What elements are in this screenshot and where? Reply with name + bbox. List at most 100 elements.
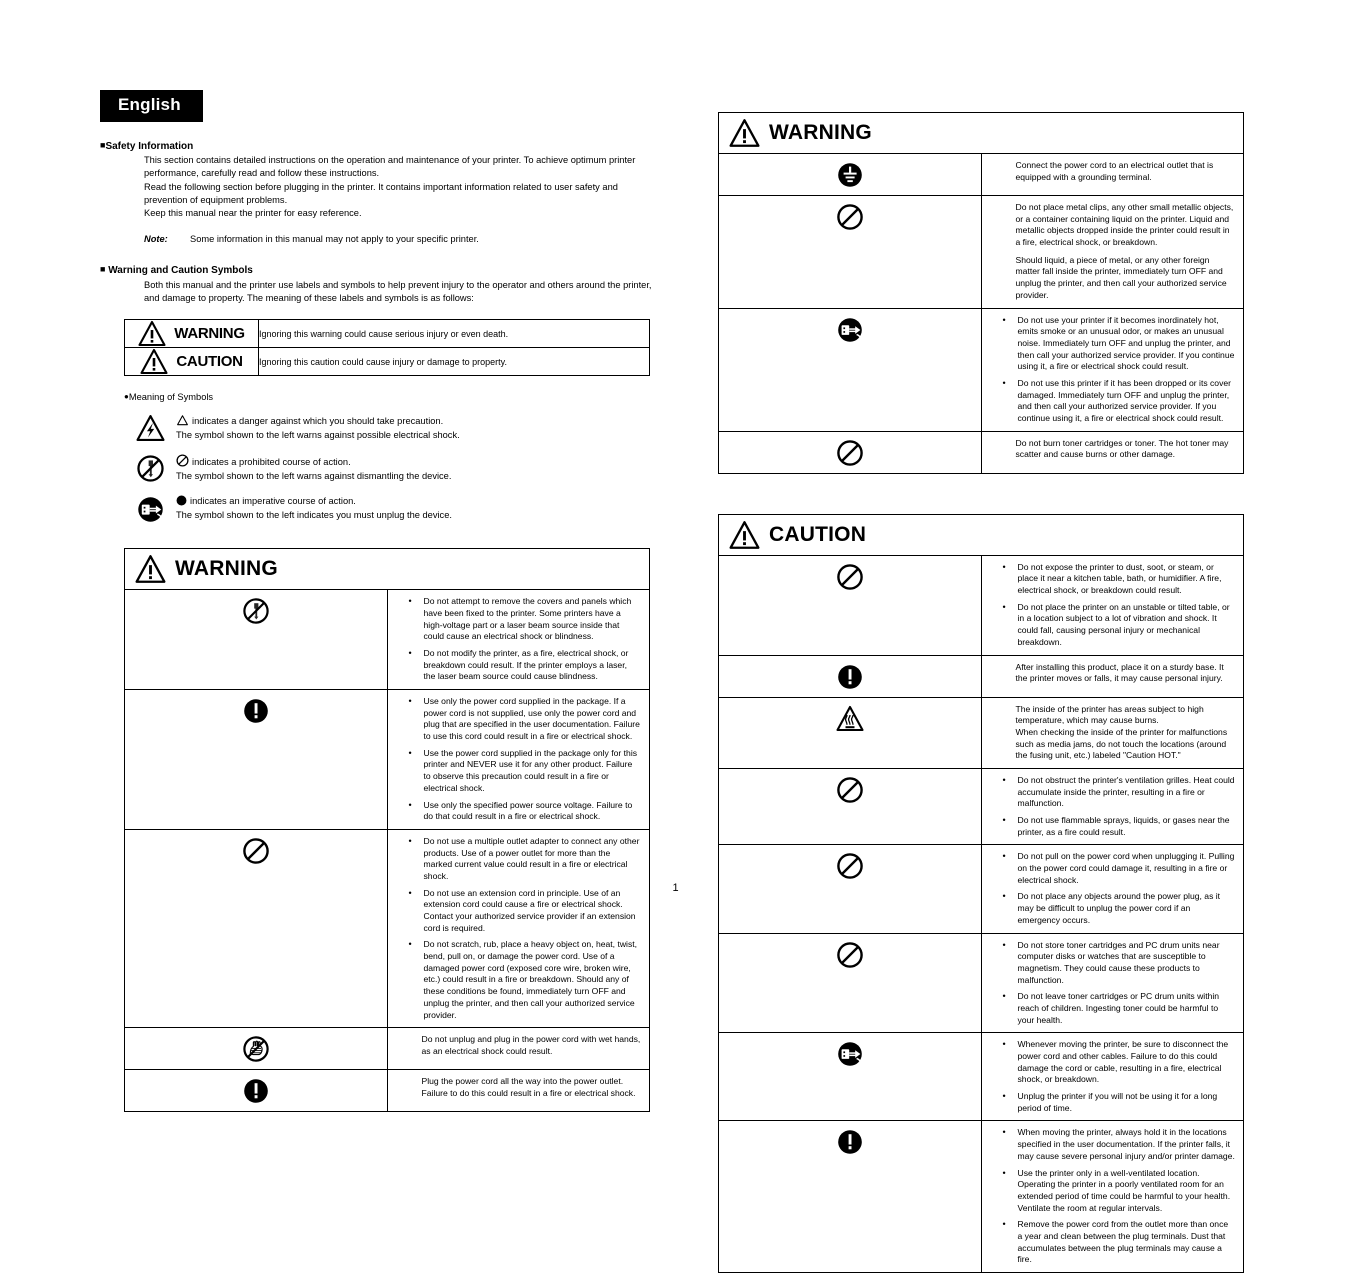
note-label: Note: (144, 234, 168, 245)
list-item: Do not obstruct the printer's ventilatio… (984, 774, 1236, 810)
table-row: When moving the printer, always hold it … (718, 1120, 1244, 1273)
list-item: When moving the printer, always hold it … (984, 1126, 1236, 1162)
warning-header-cell: WARNING (719, 113, 1244, 154)
bullet-square-icon: ■ (100, 139, 106, 150)
table-row: Do not obstruct the printer's ventilatio… (718, 767, 1244, 846)
row-body-cell: When moving the printer, always hold it … (980, 1120, 1244, 1273)
table-row: Do not use a multiple outlet adapter to … (124, 828, 650, 1029)
meaning-of-symbols-row: indicates an imperative course of action… (124, 494, 660, 524)
caution-header-cell: CAUTION (719, 514, 1244, 555)
row-paragraph: Do not unplug and plug in the power cord… (421, 1034, 641, 1056)
row-body-cell: Do not store toner cartridges and PC dru… (980, 932, 1244, 1034)
warning-header-cell: WARNING (125, 549, 650, 590)
legend-label-caution: CAUTION (176, 353, 243, 371)
mandatory-exclamation-icon (837, 1130, 862, 1155)
list-item: Unplug the printer if you will not be us… (984, 1090, 1236, 1114)
mos-line-1: indicates a danger against which you sho… (192, 416, 444, 427)
table-row: Do not use your printer if it becomes in… (718, 307, 1244, 432)
language-badge: English (100, 90, 203, 122)
list-item: Do not leave toner cartridges or PC drum… (984, 990, 1236, 1026)
warning-triangle-icon (140, 349, 168, 375)
row-paragraph: Plug the power cord all the way into the… (421, 1076, 636, 1098)
meaning-of-symbols-row: indicates a prohibited course of action.… (124, 453, 660, 483)
warning-triangle-icon (729, 520, 760, 549)
safety-information-heading-text: Safety Information (105, 140, 194, 152)
table-row: Connect the power cord to an electrical … (718, 153, 1244, 196)
mandatory-exclamation-icon (837, 664, 862, 689)
warning-triangle-icon (138, 321, 166, 347)
row-icon-cell (124, 589, 388, 690)
legend-label-warning: WARNING (174, 325, 245, 343)
list-item: Do not use a multiple outlet adapter to … (390, 835, 642, 883)
row-icon-cell (718, 932, 982, 1034)
bullet-dot-icon: ● (124, 392, 129, 402)
mos-line-2: The symbol shown to the left indicates y… (176, 509, 452, 520)
row-paragraph: After installing this product, place it … (1015, 661, 1224, 684)
table-row: Do not place metal clips, any other smal… (718, 195, 1244, 309)
mos-line-1: indicates an imperative course of action… (190, 496, 356, 507)
list-item: Remove the power cord from the outlet mo… (984, 1218, 1236, 1266)
mos-line-2: The symbol shown to the left warns again… (176, 470, 452, 481)
table-row: Plug the power cord all the way into the… (124, 1069, 650, 1113)
meaning-of-symbols-row: indicates a danger against which you sho… (124, 413, 660, 442)
list-item: Use only the specified power source volt… (390, 798, 642, 823)
table-row: Do not expose the printer to dust, soot,… (718, 554, 1244, 656)
list-item: Do not place any objects around the powe… (984, 890, 1236, 926)
table-row: Whenever moving the printer, be sure to … (718, 1032, 1244, 1122)
row-body-cell: Do not obstruct the printer's ventilatio… (980, 767, 1244, 846)
mos-text: indicates an imperative course of action… (176, 494, 452, 522)
row-body-cell: Do not use your printer if it becomes in… (980, 307, 1244, 432)
mandatory-exclamation-icon (243, 1079, 268, 1103)
row-paragraph: Should liquid, a piece of metal, or any … (1015, 254, 1227, 300)
prohibition-circle-icon (836, 563, 863, 590)
meaning-of-symbols-title: ●Meaning of Symbols (124, 392, 660, 402)
warning-caution-symbols-heading: ■ Warning and Caution Symbols (100, 264, 660, 278)
row-icon-cell (718, 654, 982, 698)
row-body-cell: Do not expose the printer to dust, soot,… (980, 554, 1244, 656)
list-item: Use only the power cord supplied in the … (390, 695, 642, 743)
warning-caution-symbols-intro: Both this manual and the printer use lab… (144, 279, 660, 305)
row-body-cell: Do not place metal clips, any other smal… (980, 195, 1244, 309)
row-icon-cell (718, 430, 982, 474)
mos-icon-wrap (124, 494, 176, 524)
safety-paragraph-1: This section contains detailed instructi… (144, 155, 636, 179)
row-icon-cell (718, 153, 982, 196)
list-item: Do not store toner cartridges and PC dru… (984, 939, 1236, 987)
row-icon-cell (718, 554, 982, 656)
note-text: Some information in this manual may not … (190, 234, 479, 245)
prohibition-circle-icon (836, 204, 863, 230)
row-body-cell: Use only the power cord supplied in the … (386, 689, 650, 830)
row-paragraph: Do not burn toner cartridges or toner. T… (1015, 437, 1229, 460)
mos-text: indicates a prohibited course of action.… (176, 453, 451, 483)
left-warning-table-wrap: WARNING Do not attempt to remove the cov… (124, 548, 650, 1113)
row-paragraph: Do not place metal clips, any other smal… (1015, 202, 1234, 248)
row-icon-cell (718, 307, 982, 432)
table-row: Do not attempt to remove the covers and … (124, 589, 650, 690)
row-body-cell: Do not use a multiple outlet adapter to … (386, 828, 650, 1029)
hot-surface-triangle-icon (836, 705, 864, 731)
symbol-legend-table: WARNING Ignoring this warning could caus… (124, 319, 650, 377)
list-item: Do not use an extension cord in principl… (390, 887, 642, 935)
safety-note: Note: Some information in this manual ma… (144, 233, 660, 246)
mos-line-2: The symbol shown to the left warns again… (176, 429, 460, 440)
list-item: Do not attempt to remove the covers and … (390, 595, 642, 643)
safety-paragraph-2: Read the following section before pluggi… (144, 181, 618, 205)
row-icon-cell (124, 689, 388, 830)
table-row: WARNING Ignoring this warning could caus… (124, 319, 650, 349)
row-body-cell: The inside of the printer has areas subj… (980, 696, 1244, 769)
row-icon-cell (124, 1027, 388, 1071)
safety-paragraph-3: Keep this manual near the printer for ea… (144, 207, 362, 218)
row-body-cell: Do not burn toner cartridges or toner. T… (980, 430, 1244, 474)
row-icon-cell (718, 1120, 982, 1273)
row-paragraph: When checking the inside of the printer … (1015, 726, 1228, 761)
mos-icon-wrap (124, 453, 176, 483)
triangle-icon (177, 415, 188, 426)
mos-text: indicates a danger against which you sho… (176, 413, 460, 442)
row-paragraph: The inside of the printer has areas subj… (1015, 703, 1204, 726)
warning-table-left-header: WARNING (125, 549, 650, 590)
filled-dot-icon (176, 495, 187, 506)
row-icon-cell (718, 767, 982, 846)
safety-information-heading: ■Safety Information (100, 140, 660, 154)
manual-page: English ■Safety Information This section… (0, 0, 1351, 1273)
list-item: Do not modify the printer, as a fire, el… (390, 647, 642, 683)
